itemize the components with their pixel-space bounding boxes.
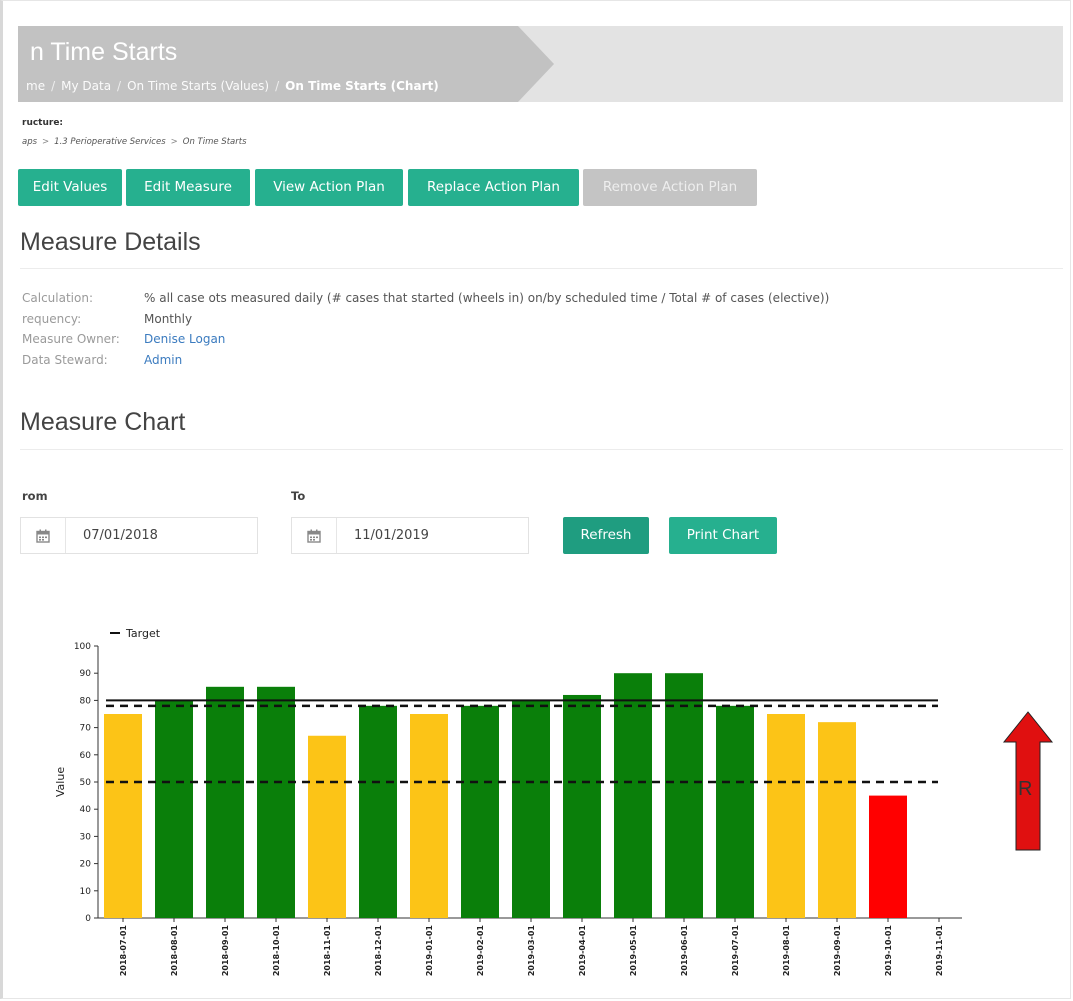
bar bbox=[563, 694, 601, 918]
from-date-field[interactable]: 07/01/2018 bbox=[20, 517, 258, 554]
bar bbox=[665, 673, 703, 918]
structure-path-item[interactable]: On Time Starts bbox=[183, 137, 247, 147]
x-tick-label: 2019-01-01 bbox=[425, 925, 434, 977]
x-tick-label: 2018-10-01 bbox=[272, 925, 281, 977]
calendar-icon-glyph bbox=[307, 529, 321, 543]
structure-label: ructure: bbox=[22, 118, 64, 128]
x-tick-label: 2019-05-01 bbox=[629, 925, 638, 977]
from-date-value: 07/01/2018 bbox=[83, 528, 158, 543]
x-tick-label: 2019-11-01 bbox=[935, 925, 944, 977]
x-tick-label: 2018-08-01 bbox=[170, 925, 179, 977]
structure-path: aps >1.3 Perioperative Services > On Time S… bbox=[22, 137, 247, 147]
measure-details-heading: Measure Details bbox=[20, 228, 201, 256]
bar bbox=[410, 714, 448, 918]
measure-chart: 0 10 20 30 40 50 60 70 80 90 100 Value 2018-07-01 201… bbox=[54, 627, 1054, 977]
frequency-value: Monthly bbox=[144, 312, 193, 326]
x-tick-label: 2018-11-01 bbox=[323, 925, 332, 977]
bar bbox=[155, 700, 193, 918]
x-tick-label: 2019-09-01 bbox=[833, 925, 842, 977]
y-tick-label: 80 bbox=[80, 696, 92, 706]
structure-path-item[interactable]: aps bbox=[22, 137, 37, 147]
y-axis-label: Value bbox=[54, 767, 67, 797]
calculation-value: % all case ots measured daily (# cases t… bbox=[144, 291, 830, 305]
bar bbox=[614, 673, 652, 918]
breadcrumb-separator: / bbox=[117, 79, 122, 93]
measure-owner-link[interactable]: Denise Logan bbox=[144, 332, 225, 346]
divider bbox=[20, 449, 1063, 450]
bar bbox=[104, 714, 142, 918]
y-tick-label: 100 bbox=[74, 642, 91, 652]
y-tick-label: 0 bbox=[85, 914, 91, 924]
edit-measure-button[interactable]: Edit Measure bbox=[126, 169, 250, 206]
edit-values-button[interactable]: Edit Values bbox=[18, 169, 122, 206]
divider bbox=[20, 268, 1063, 269]
breadcrumb: me / My Data / On Time Starts (Values) / On Ti… bbox=[26, 79, 439, 93]
refresh-button[interactable]: Refresh bbox=[563, 517, 649, 554]
bar bbox=[308, 735, 346, 918]
breadcrumb-separator: / bbox=[51, 79, 56, 93]
up-arrow-icon: R bbox=[1002, 711, 1054, 851]
frequency-label: requency: bbox=[22, 312, 82, 326]
to-date-field[interactable]: 11/01/2019 bbox=[291, 517, 529, 554]
page-header: n Time Starts me / My Data / On Time Starts … bbox=[18, 26, 1063, 102]
to-label: To bbox=[291, 489, 306, 503]
y-tick-label: 40 bbox=[80, 805, 92, 815]
calendar-icon-glyph bbox=[36, 529, 50, 543]
calendar-icon[interactable] bbox=[21, 518, 66, 553]
bar bbox=[818, 722, 856, 918]
x-tick-label: 2019-07-01 bbox=[731, 925, 740, 977]
calendar-icon[interactable] bbox=[292, 518, 337, 553]
structure-separator: > bbox=[42, 137, 50, 147]
bar bbox=[767, 714, 805, 918]
structure-path-item[interactable]: 1.3 Perioperative Services bbox=[54, 137, 165, 147]
view-action-plan-button[interactable]: View Action Plan bbox=[255, 169, 403, 206]
bar bbox=[869, 795, 907, 918]
x-tick-label: 2019-02-01 bbox=[476, 925, 485, 977]
breadcrumb-my-data[interactable]: My Data bbox=[61, 79, 111, 93]
x-tick-label: 2019-04-01 bbox=[578, 925, 587, 977]
x-tick-label: 2018-12-01 bbox=[374, 925, 383, 977]
calculation-label: Calculation: bbox=[22, 291, 93, 305]
from-label: rom bbox=[22, 489, 48, 503]
bar bbox=[716, 705, 754, 918]
x-tick-label: 2019-06-01 bbox=[680, 925, 689, 977]
x-tick-label: 2018-07-01 bbox=[119, 925, 128, 977]
x-tick-label: 2018-09-01 bbox=[221, 925, 230, 977]
y-tick-label: 70 bbox=[80, 724, 92, 734]
y-tick-label: 10 bbox=[80, 887, 92, 897]
to-date-value: 11/01/2019 bbox=[354, 528, 429, 543]
x-tick-label: 2019-08-01 bbox=[782, 925, 791, 977]
page-title: n Time Starts bbox=[30, 38, 178, 66]
bar bbox=[206, 686, 244, 918]
bar bbox=[512, 700, 550, 918]
measure-owner-label: Measure Owner: bbox=[22, 332, 120, 346]
y-tick-label: 90 bbox=[80, 669, 92, 679]
y-tick-label: 20 bbox=[80, 860, 92, 870]
measure-chart-heading: Measure Chart bbox=[20, 408, 186, 436]
x-tick-label: 2019-10-01 bbox=[884, 925, 893, 977]
bar bbox=[461, 705, 499, 918]
y-tick-label: 30 bbox=[80, 832, 92, 842]
breadcrumb-home[interactable]: me bbox=[26, 79, 45, 93]
print-chart-button[interactable]: Print Chart bbox=[669, 517, 777, 554]
breadcrumb-current: On Time Starts (Chart) bbox=[285, 79, 439, 93]
y-tick-label: 60 bbox=[80, 751, 92, 761]
direction-indicator-label: R bbox=[1018, 778, 1032, 800]
bar bbox=[257, 686, 295, 918]
data-steward-link[interactable]: Admin bbox=[144, 353, 182, 367]
x-tick-label: 2019-03-01 bbox=[527, 925, 536, 977]
bar bbox=[359, 705, 397, 918]
legend-label: Target bbox=[125, 627, 161, 640]
replace-action-plan-button[interactable]: Replace Action Plan bbox=[408, 169, 579, 206]
structure-separator: > bbox=[170, 137, 178, 147]
y-tick-label: 50 bbox=[80, 778, 92, 788]
breadcrumb-values[interactable]: On Time Starts (Values) bbox=[127, 79, 269, 93]
remove-action-plan-button: Remove Action Plan bbox=[583, 169, 757, 206]
breadcrumb-separator: / bbox=[275, 79, 280, 93]
data-steward-label: Data Steward: bbox=[22, 353, 108, 367]
